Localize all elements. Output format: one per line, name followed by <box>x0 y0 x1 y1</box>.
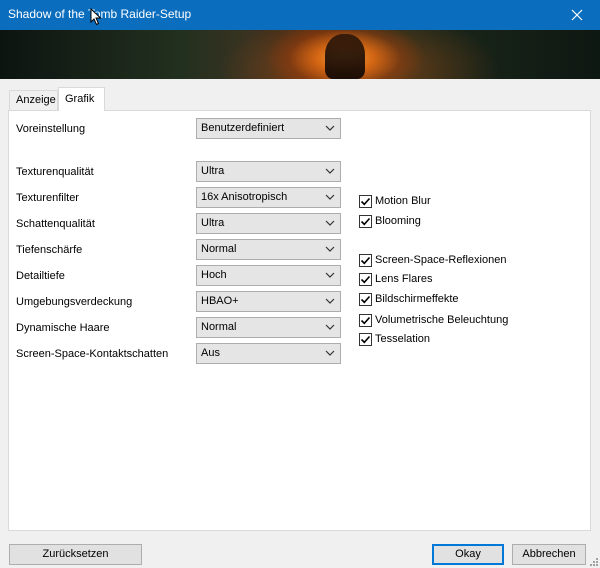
checkbox-box[interactable] <box>359 292 372 306</box>
texture-quality-select[interactable]: Ultra <box>196 161 341 182</box>
checkmark-icon <box>360 217 371 225</box>
checkmark-icon <box>360 316 371 324</box>
tab-anzeige[interactable]: Anzeige <box>9 90 58 111</box>
select-value: Hoch <box>201 269 227 281</box>
checkmark-icon <box>360 275 371 283</box>
preset-label: Voreinstellung <box>16 123 86 135</box>
select-value: Aus <box>201 347 220 359</box>
tab-grafik[interactable]: Grafik <box>58 87 105 111</box>
checkbox-box[interactable] <box>359 272 372 286</box>
texture-filter-select[interactable]: 16x Anisotropisch <box>196 187 341 208</box>
checkbox-motion-blur[interactable]: Motion Blur <box>359 194 431 208</box>
checkbox-box[interactable] <box>359 313 372 327</box>
resize-grip-icon[interactable] <box>588 556 598 566</box>
setting-label-texture-filter: Texturenfilter <box>16 192 79 204</box>
preset-select[interactable]: Benutzerdefiniert <box>196 118 341 139</box>
reset-button[interactable]: Zurücksetzen <box>9 544 142 565</box>
setting-label-level-of-detail: Detailtiefe <box>16 270 65 282</box>
checkbox-box[interactable] <box>359 214 372 228</box>
checkbox-label: Blooming <box>375 215 421 227</box>
checkbox-label: Motion Blur <box>375 195 431 207</box>
select-value: 16x Anisotropisch <box>201 191 288 203</box>
checkmark-icon <box>360 335 371 343</box>
cancel-button[interactable]: Abbrechen <box>512 544 586 565</box>
checkbox-screen-effects[interactable]: Bildschirmeffekte <box>359 292 459 306</box>
checkbox-label: Volumetrische Beleuchtung <box>375 314 509 326</box>
header-banner-image <box>0 30 600 79</box>
setting-label-ambient-occlusion: Umgebungsverdeckung <box>16 296 133 308</box>
chevron-down-icon <box>325 324 335 330</box>
checkmark-icon <box>360 256 371 264</box>
checkbox-label: Screen-Space-Reflexionen <box>375 254 507 266</box>
contact-shadows-select[interactable]: Aus <box>196 343 341 364</box>
setting-label-dynamic-hair: Dynamische Haare <box>16 322 110 334</box>
close-icon <box>571 9 583 21</box>
checkbox-blooming[interactable]: Blooming <box>359 214 421 228</box>
ambient-occlusion-select[interactable]: HBAO+ <box>196 291 341 312</box>
setting-label-depth-of-field: Tiefenschärfe <box>16 244 83 256</box>
select-value: Ultra <box>201 217 225 229</box>
chevron-down-icon <box>325 220 335 226</box>
mouse-cursor-icon <box>90 8 102 26</box>
checkbox-label: Tesselation <box>375 333 431 345</box>
close-button[interactable] <box>554 0 600 30</box>
setting-label-contact-shadows: Screen-Space-Kontaktschatten <box>16 348 169 360</box>
checkmark-icon <box>360 197 371 205</box>
select-value: HBAO+ <box>201 295 239 307</box>
checkbox-screen-space-reflections[interactable]: Screen-Space-Reflexionen <box>359 253 506 267</box>
setting-label-shadow-quality: Schattenqualität <box>16 218 95 230</box>
select-value: Normal <box>201 243 237 255</box>
level-of-detail-select[interactable]: Hoch <box>196 265 341 286</box>
banner-character-silhouette <box>325 34 365 79</box>
chevron-down-icon <box>325 168 335 174</box>
checkbox-box[interactable] <box>359 194 372 208</box>
ok-button[interactable]: Okay <box>432 544 504 565</box>
chevron-down-icon <box>325 298 335 304</box>
title-bar: Shadow of the Tomb Raider-Setup <box>0 0 600 30</box>
checkbox-tesselation[interactable]: Tesselation <box>359 332 430 346</box>
dynamic-hair-select[interactable]: Normal <box>196 317 341 338</box>
shadow-quality-select[interactable]: Ultra <box>196 213 341 234</box>
checkbox-label: Bildschirmeffekte <box>375 293 459 305</box>
checkbox-volumetric-lighting[interactable]: Volumetrische Beleuchtung <box>359 313 508 327</box>
checkmark-icon <box>360 295 371 303</box>
chevron-down-icon <box>325 272 335 278</box>
setting-label-texture-quality: Texturenqualität <box>16 166 94 178</box>
checkbox-box[interactable] <box>359 332 372 346</box>
chevron-down-icon <box>325 194 335 200</box>
chevron-down-icon <box>325 246 335 252</box>
select-value: Ultra <box>201 165 225 177</box>
checkbox-box[interactable] <box>359 253 372 267</box>
chevron-down-icon <box>325 125 335 131</box>
chevron-down-icon <box>325 350 335 356</box>
checkbox-lens-flares[interactable]: Lens Flares <box>359 272 432 286</box>
select-value: Normal <box>201 321 237 333</box>
preset-select-value: Benutzerdefiniert <box>201 122 285 134</box>
depth-of-field-select[interactable]: Normal <box>196 239 341 260</box>
checkbox-label: Lens Flares <box>375 273 433 285</box>
